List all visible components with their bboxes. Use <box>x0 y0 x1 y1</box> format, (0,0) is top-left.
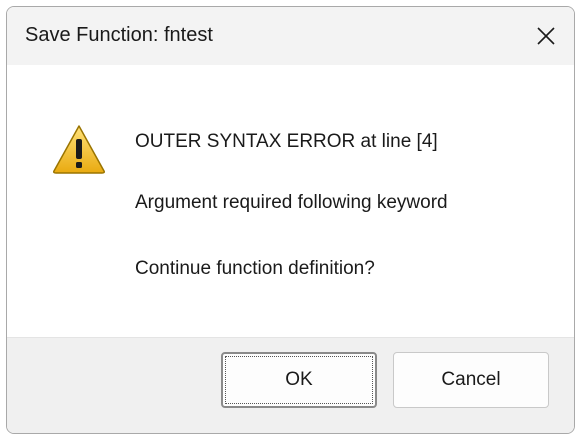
title-bar: Save Function: fntest <box>7 7 574 65</box>
close-x-icon <box>537 27 555 45</box>
message-dialog: Save Function: fntest OUTER SYNTAX ERROR… <box>6 6 575 434</box>
cancel-button[interactable]: Cancel <box>393 352 549 408</box>
error-detail-line: Argument required following keyword <box>135 192 448 213</box>
prompt-question: Continue function definition? <box>135 258 375 279</box>
button-bar: OK Cancel <box>7 337 574 433</box>
error-message-line: OUTER SYNTAX ERROR at line [4] <box>135 131 438 152</box>
close-button[interactable] <box>518 7 574 65</box>
window-title: Save Function: fntest <box>25 24 213 46</box>
ok-button[interactable]: OK <box>221 352 377 408</box>
warning-triangle-icon <box>53 125 105 174</box>
dialog-content: OUTER SYNTAX ERROR at line [4] Argument … <box>7 65 574 337</box>
